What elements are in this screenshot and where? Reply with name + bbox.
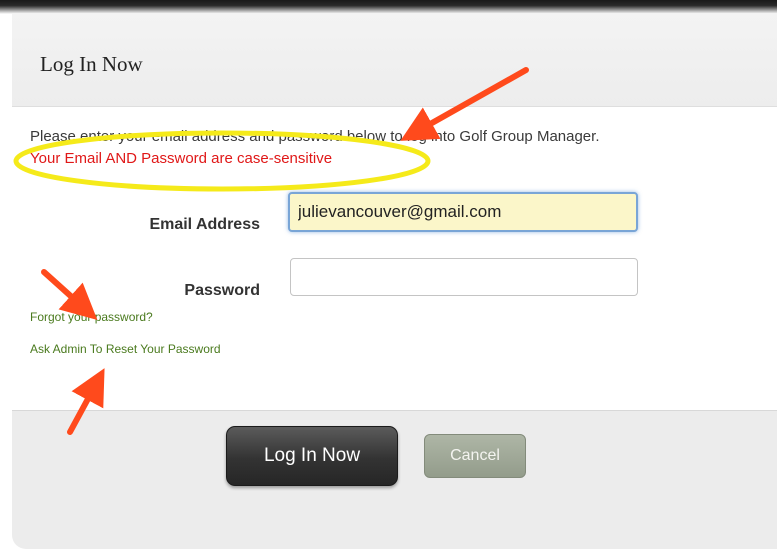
email-label: Email Address [149,216,260,233]
password-label: Password [184,282,260,299]
case-sensitive-warning: Your Email AND Password are case-sensiti… [30,150,333,167]
cancel-button[interactable]: Cancel [424,434,526,478]
email-field[interactable] [288,192,638,232]
dialog-title: Log In Now [40,52,143,76]
window-top-edge [0,0,777,14]
ask-admin-reset-link[interactable]: Ask Admin To Reset Your Password [30,342,221,356]
password-field[interactable] [290,258,638,296]
forgot-password-link[interactable]: Forgot your password? [30,310,153,324]
login-instructions: Please enter your email address and pass… [30,128,600,145]
login-button[interactable]: Log In Now [226,426,398,486]
dialog-header: Log In Now [12,14,777,107]
